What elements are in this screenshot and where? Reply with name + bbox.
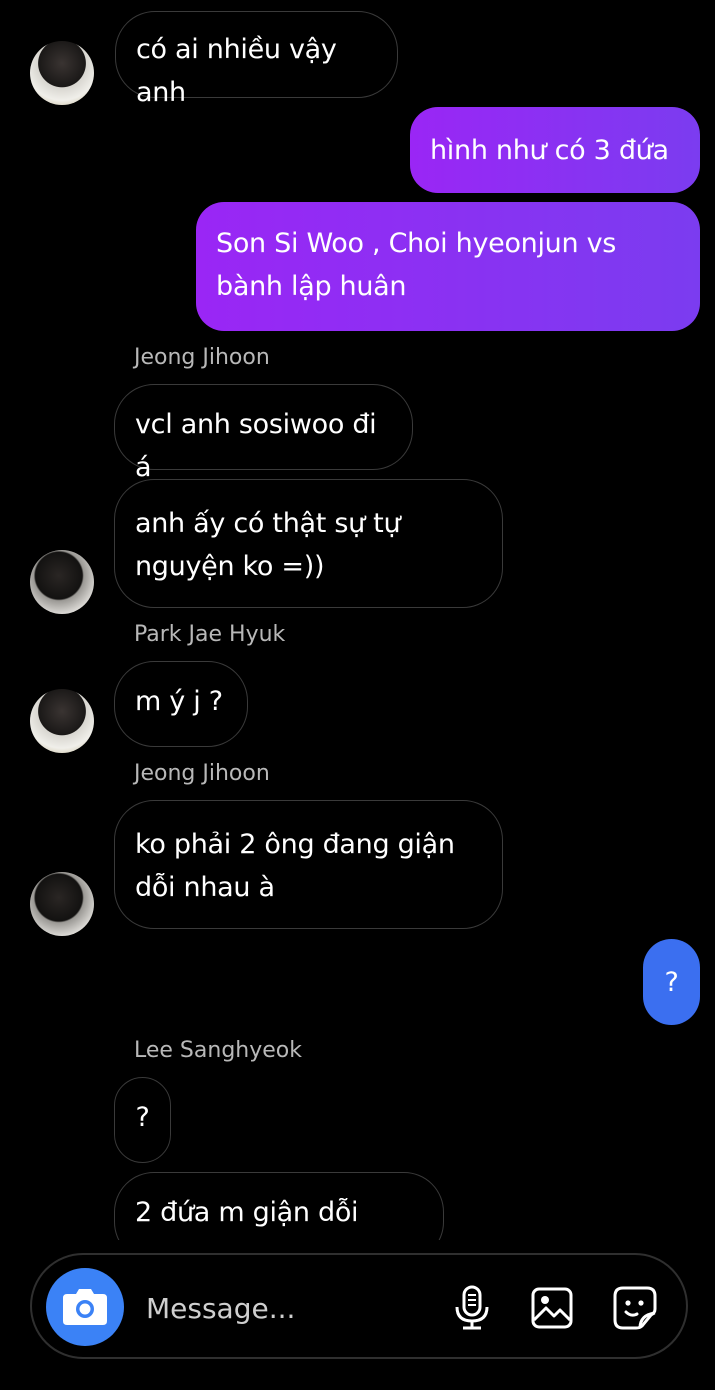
camera-icon — [63, 1289, 107, 1325]
sticker-button[interactable] — [610, 1283, 660, 1333]
message-bubble-incoming[interactable]: ? — [114, 1077, 171, 1163]
microphone-button[interactable] — [447, 1283, 497, 1333]
message-text: có ai nhiều vậy anh — [136, 34, 337, 108]
message-thread[interactable]: có ai nhiều vậy anh hình như có 3 đứa So… — [0, 0, 715, 1240]
avatar[interactable] — [30, 689, 94, 753]
message-text: m ý j ? — [135, 686, 223, 717]
sender-name: Jeong Jihoon — [134, 761, 270, 786]
sender-name: Lee Sanghyeok — [134, 1038, 302, 1063]
message-text: anh ấy có thật sự tự nguyện ko =)) — [135, 508, 401, 582]
microphone-icon — [455, 1285, 489, 1330]
message-text: Son Si Woo , Choi hyeonjun vs bành lập h… — [216, 228, 617, 302]
message-text: vcl anh sosiwoo đi á — [135, 409, 377, 483]
gallery-button[interactable] — [527, 1283, 577, 1333]
image-icon — [531, 1287, 573, 1329]
message-text: ? — [135, 1102, 150, 1133]
avatar[interactable] — [30, 872, 94, 936]
message-text: ko phải 2 ông đang giận dỗi nhau à — [135, 829, 455, 903]
message-text: ? — [664, 966, 679, 998]
message-input[interactable] — [144, 1283, 428, 1333]
message-bubble-outgoing[interactable]: hình như có 3 đứa — [410, 107, 700, 193]
message-bubble-incoming[interactable]: m ý j ? — [114, 661, 248, 747]
message-text: hình như có 3 đứa — [430, 134, 669, 166]
message-bubble-incoming[interactable]: 2 đứa m giận dỗi nhau — [114, 1172, 444, 1240]
message-bubble-outgoing[interactable]: Son Si Woo , Choi hyeonjun vs bành lập h… — [196, 202, 700, 331]
sticker-icon — [613, 1286, 657, 1330]
sender-name: Park Jae Hyuk — [134, 622, 286, 647]
message-bubble-incoming[interactable]: vcl anh sosiwoo đi á — [114, 384, 413, 483]
message-bubble-incoming[interactable]: anh ấy có thật sự tự nguyện ko =)) — [114, 479, 503, 608]
camera-button[interactable] — [46, 1268, 124, 1346]
message-bubble-outgoing[interactable]: ? — [643, 939, 700, 1025]
message-bubble-incoming[interactable]: ko phải 2 ông đang giận dỗi nhau à — [114, 800, 503, 929]
avatar[interactable] — [30, 550, 94, 614]
sender-name: Jeong Jihoon — [134, 345, 270, 370]
message-text: 2 đứa m giận dỗi nhau — [135, 1197, 359, 1228]
message-composer — [30, 1253, 688, 1359]
message-bubble-incoming[interactable]: có ai nhiều vậy anh — [115, 11, 398, 108]
avatar[interactable] — [30, 41, 94, 105]
